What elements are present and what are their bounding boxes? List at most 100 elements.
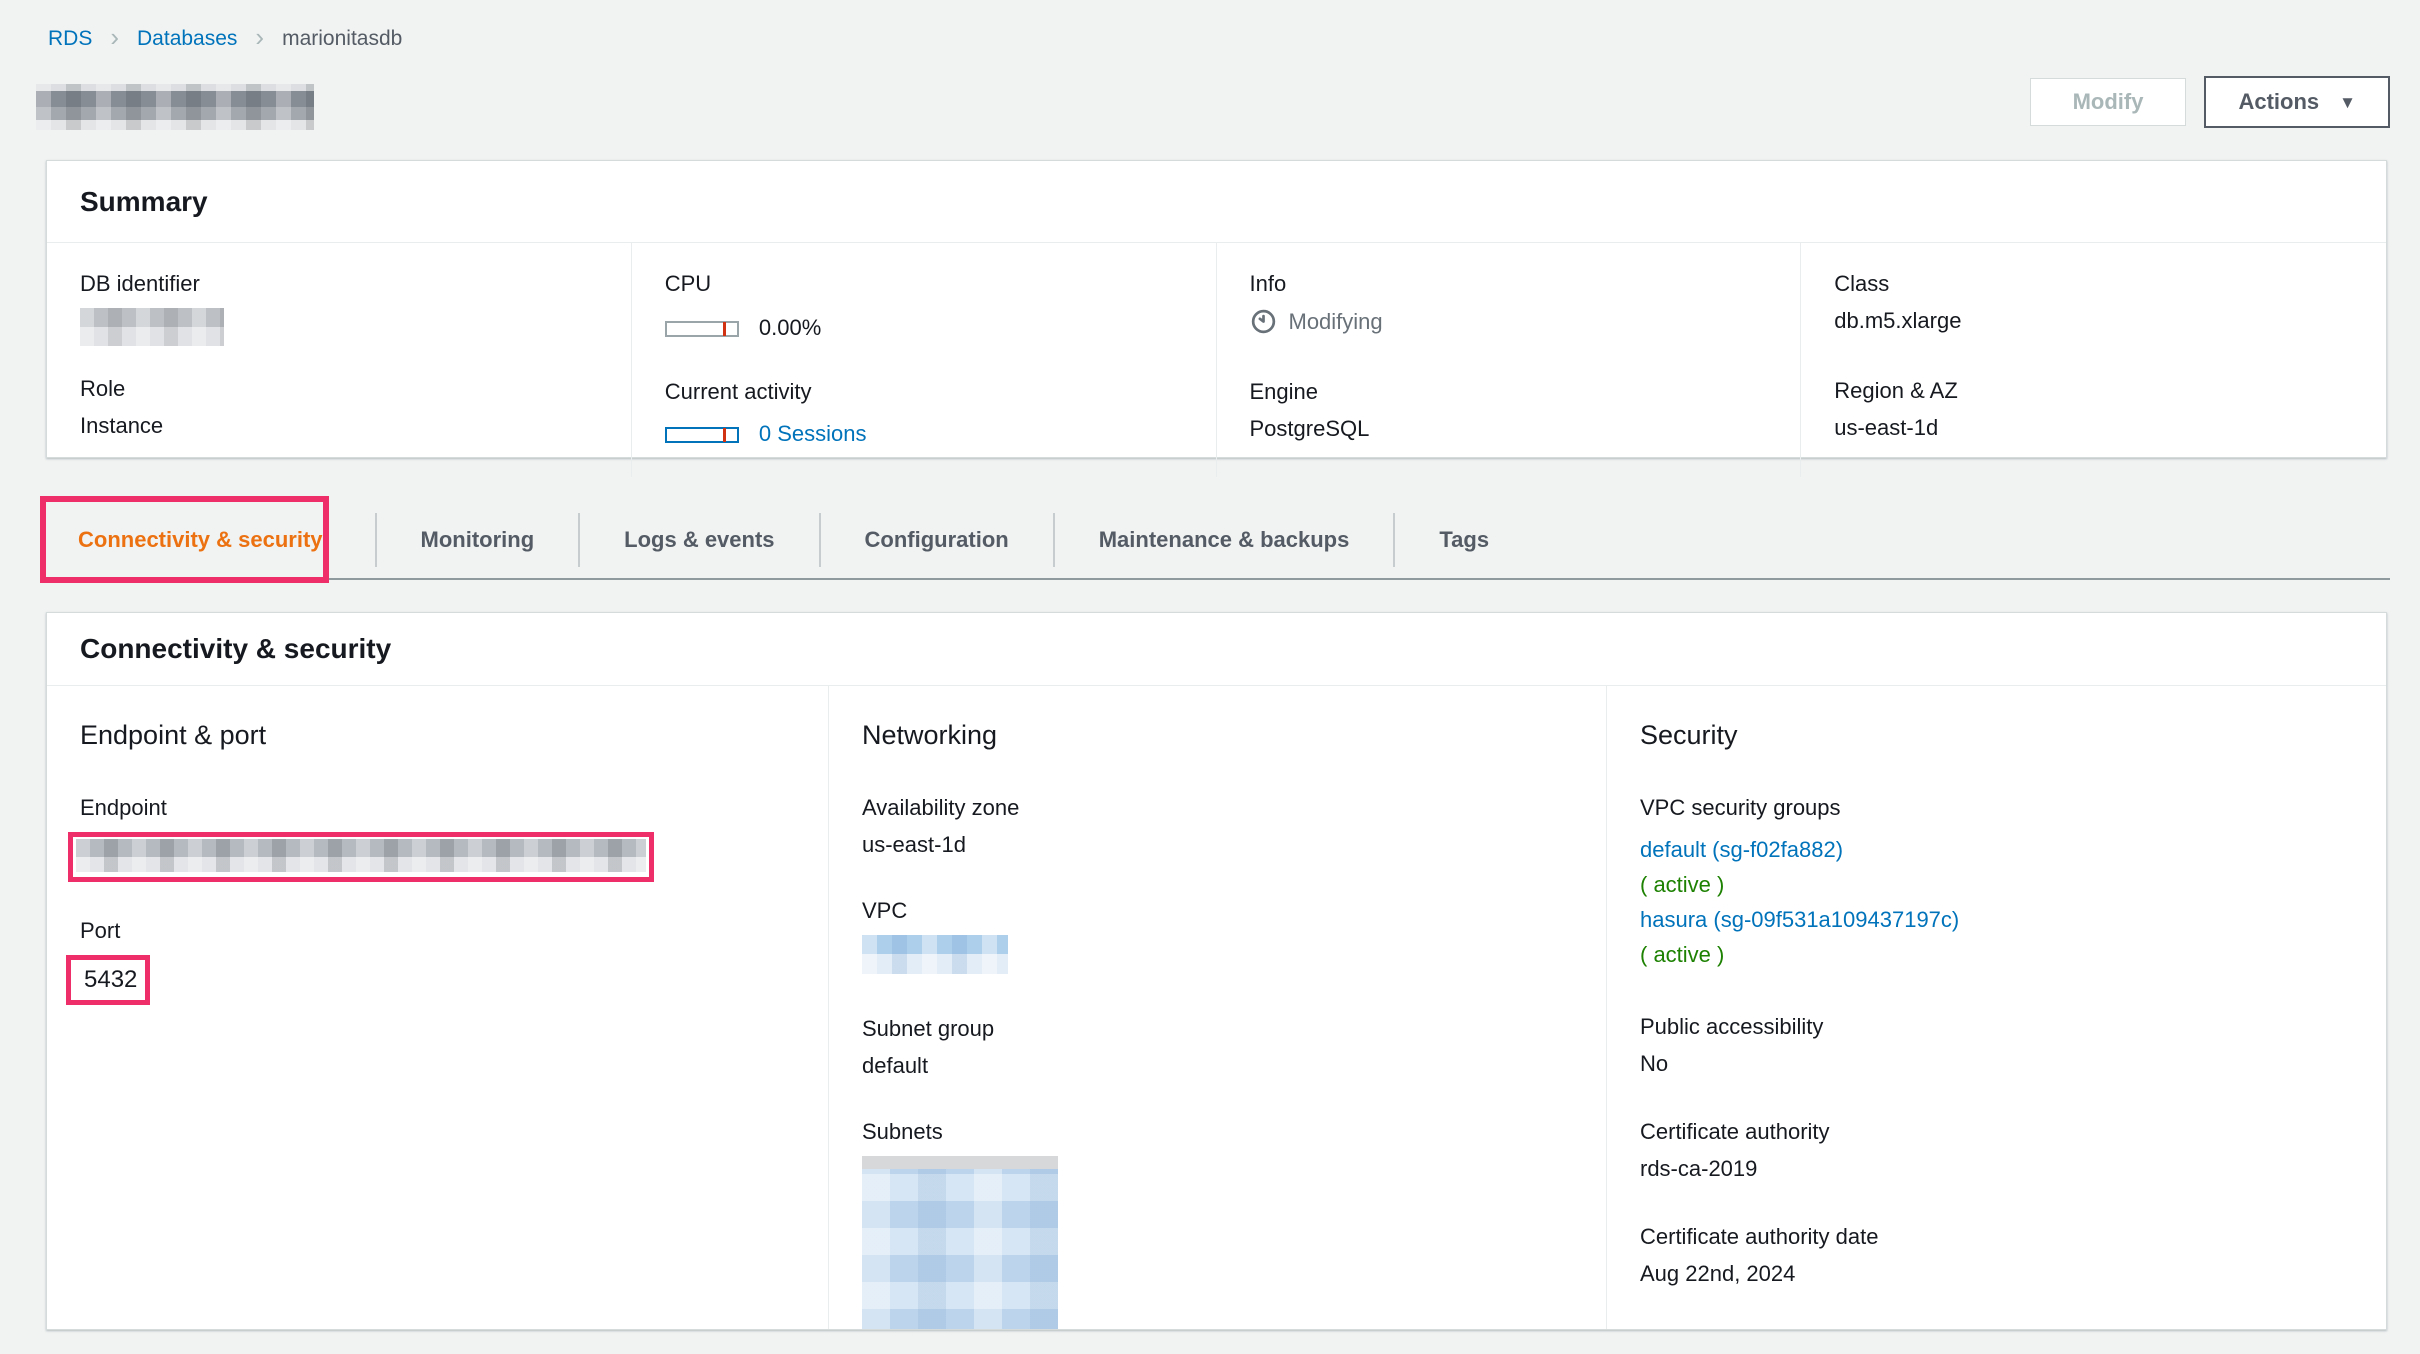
connectivity-grid: Endpoint & port Endpoint Port 5432 Netwo… — [47, 686, 2386, 1329]
info-label: Info — [1249, 271, 1287, 296]
page-toolbar: Modify Actions ▼ — [2029, 76, 2390, 128]
role-label: Role — [80, 376, 126, 401]
clock-icon — [1251, 309, 1275, 334]
annotation-box-endpoint — [68, 832, 654, 882]
certificate-authority-value: rds-ca-2019 — [1640, 1156, 1758, 1181]
actions-button-label: Actions — [2238, 89, 2320, 114]
cpu-field: CPU 0.00% — [664, 271, 1183, 341]
security-group-link-hasura[interactable]: hasura (sg-09f531a109437197c) — [1640, 907, 1959, 932]
class-label: Class — [1834, 271, 1890, 296]
certificate-authority-date-value: Aug 22nd, 2024 — [1640, 1261, 1796, 1286]
tab-configuration[interactable]: Configuration — [821, 527, 1053, 553]
db-identifier-field: DB identifier — [80, 271, 598, 346]
certificate-authority-date-label: Certificate authority date — [1640, 1224, 1879, 1249]
actions-button[interactable]: Actions ▼ — [2204, 76, 2390, 128]
port-label: Port — [80, 918, 121, 943]
public-accessibility-value: No — [1640, 1051, 1669, 1076]
summary-panel-header: Summary — [47, 161, 2386, 243]
breadcrumb: RDS › Databases › marionitasdb — [48, 22, 403, 52]
subnets-field: Subnets — [862, 1119, 1573, 1329]
region-az-value: us-east-1d — [1834, 415, 1939, 440]
current-activity-label: Current activity — [664, 379, 812, 404]
security-group-status: ( active ) — [1640, 942, 1725, 967]
class-field: Class db.m5.xlarge — [1834, 271, 2353, 334]
security-group-status: ( active ) — [1640, 872, 1725, 897]
endpoint-port-column: Endpoint & port Endpoint Port 5432 — [47, 686, 829, 1329]
subnets-label: Subnets — [862, 1119, 943, 1144]
engine-value: PostgreSQL — [1249, 416, 1370, 441]
security-heading: Security — [1640, 720, 1738, 750]
current-activity-field: Current activity 0 Sessions — [664, 379, 1183, 447]
availability-zone-field: Availability zone us-east-1d — [862, 795, 1573, 858]
redacted-vpc-value — [862, 935, 1008, 974]
tab-bar: Connectivity & security Monitoring Logs … — [46, 505, 1533, 575]
certificate-authority-date-field: Certificate authority date Aug 22nd, 202… — [1640, 1224, 2353, 1287]
role-value: Instance — [80, 413, 164, 438]
endpoint-field: Endpoint — [68, 795, 795, 882]
subnet-group-value: default — [862, 1053, 929, 1078]
summary-col-identity: DB identifier Role Instance — [47, 243, 632, 477]
summary-panel: Summary DB identifier Role Instance CPU … — [46, 160, 2387, 477]
caret-down-icon: ▼ — [2339, 93, 2356, 112]
tab-monitoring[interactable]: Monitoring — [377, 527, 579, 553]
db-identifier-label: DB identifier — [80, 271, 200, 296]
sessions-link[interactable]: 0 Sessions — [759, 421, 867, 446]
tab-connectivity-security[interactable]: Connectivity & security — [46, 527, 375, 553]
region-field: Region & AZ us-east-1d — [1834, 378, 2353, 441]
port-value: 5432 — [84, 966, 138, 993]
engine-label: Engine — [1249, 379, 1319, 404]
region-az-label: Region & AZ — [1834, 378, 1958, 403]
tab-tags[interactable]: Tags — [1395, 527, 1533, 553]
cpu-gauge-icon — [664, 321, 739, 338]
vpc-security-groups-field: VPC security groups default (sg-f02fa882… — [1640, 795, 2353, 972]
breadcrumb-current-page: marionitasdb — [282, 27, 403, 50]
breadcrumb-link-rds[interactable]: RDS — [48, 27, 92, 51]
summary-col-class: Class db.m5.xlarge Region & AZ us-east-1… — [1801, 243, 2386, 477]
availability-zone-value: us-east-1d — [862, 832, 966, 857]
public-accessibility-label: Public accessibility — [1640, 1014, 1824, 1039]
summary-grid: DB identifier Role Instance CPU 0.00% Cu… — [47, 243, 2386, 477]
certificate-authority-label: Certificate authority — [1640, 1119, 1830, 1144]
summary-panel-title: Summary — [80, 185, 208, 217]
modify-button[interactable]: Modify — [2029, 78, 2187, 126]
tabs-underline — [46, 578, 2390, 580]
networking-column: Networking Availability zone us-east-1d … — [829, 686, 1607, 1329]
endpoint-port-heading: Endpoint & port — [80, 720, 267, 750]
breadcrumb-link-databases[interactable]: Databases — [137, 27, 237, 51]
engine-field: Engine PostgreSQL — [1250, 379, 1768, 442]
summary-col-info: Info Modifying Engine PostgreSQL — [1217, 243, 1802, 477]
security-column: Security VPC security groups default (sg… — [1607, 686, 2386, 1329]
breadcrumb-chevron-icon: › — [255, 22, 265, 52]
endpoint-label: Endpoint — [80, 795, 167, 820]
summary-col-activity: CPU 0.00% Current activity 0 Sessions — [632, 243, 1217, 477]
connectivity-panel-header: Connectivity & security — [47, 613, 2386, 686]
vpc-security-groups-label: VPC security groups — [1640, 795, 1841, 820]
vpc-field: VPC — [862, 898, 1573, 974]
tab-logs-events[interactable]: Logs & events — [580, 527, 818, 553]
class-value: db.m5.xlarge — [1834, 308, 1962, 333]
info-value: Modifying — [1288, 308, 1383, 334]
sessions-gauge-row: 0 Sessions — [664, 421, 1183, 447]
cpu-label: CPU — [664, 271, 712, 296]
tab-maintenance-backups[interactable]: Maintenance & backups — [1055, 527, 1394, 553]
redacted-subnets-value — [862, 1156, 1058, 1329]
connectivity-panel-title: Connectivity & security — [80, 633, 392, 664]
networking-heading: Networking — [862, 720, 998, 750]
info-value-row: Modifying — [1250, 308, 1768, 335]
sessions-gauge-icon — [664, 427, 739, 444]
annotation-box-port: 5432 — [66, 955, 150, 1005]
security-group-link-default[interactable]: default (sg-f02fa882) — [1640, 837, 1843, 862]
cpu-value: 0.00% — [758, 315, 822, 340]
port-field: Port 5432 — [66, 918, 795, 1005]
subnet-group-label: Subnet group — [862, 1016, 995, 1041]
redacted-db-identifier-value — [80, 308, 224, 346]
public-accessibility-field: Public accessibility No — [1640, 1014, 2353, 1077]
redacted-endpoint-value — [76, 839, 646, 872]
cpu-gauge-row: 0.00% — [664, 315, 1183, 341]
vpc-label: VPC — [862, 898, 908, 923]
connectivity-security-panel: Connectivity & security Endpoint & port … — [46, 612, 2387, 1330]
subnet-group-field: Subnet group default — [862, 1016, 1573, 1079]
role-field: Role Instance — [80, 376, 598, 439]
breadcrumb-chevron-icon: › — [110, 22, 120, 52]
certificate-authority-field: Certificate authority rds-ca-2019 — [1640, 1119, 2353, 1182]
